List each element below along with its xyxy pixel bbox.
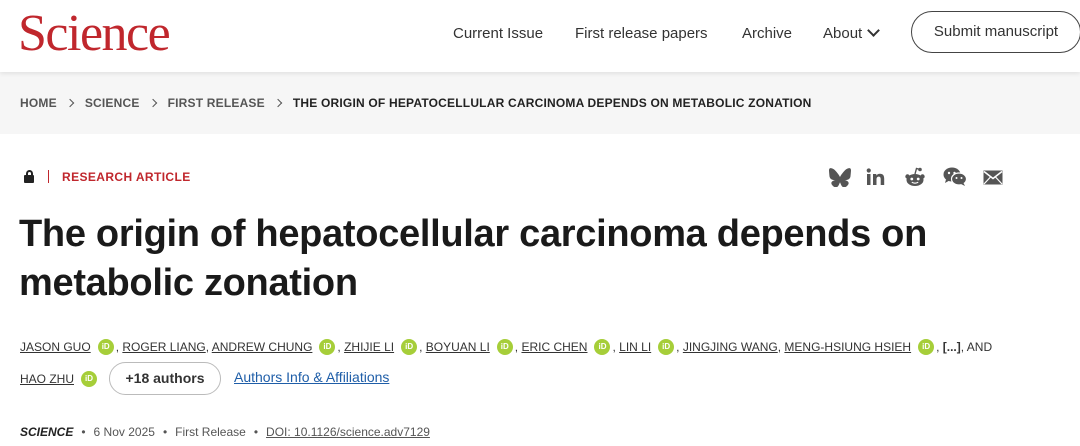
author-link[interactable]: ROGER LIANG [122, 340, 205, 354]
orcid-icon[interactable]: iD [594, 338, 611, 355]
breadcrumb: HOME SCIENCE FIRST RELEASE THE ORIGIN OF HE… [20, 96, 812, 110]
chevron-down-icon [867, 24, 881, 37]
breadcrumb-science[interactable]: SCIENCE [85, 96, 140, 110]
doi-link[interactable]: DOI: 10.1126/science.adv7129 [266, 425, 430, 439]
linkedin-icon[interactable] [864, 166, 888, 188]
and-text: , AND [960, 340, 993, 354]
breadcrumb-current: THE ORIGIN OF HEPATOCELLULAR CARCINOMA D… [292, 96, 812, 110]
author-link[interactable]: JASON GUO [20, 340, 91, 354]
article-title-line-1: The origin of hepatocellular carcinoma d… [19, 213, 928, 255]
nav-about[interactable]: About [823, 24, 881, 44]
orcid-icon[interactable]: iD [319, 338, 336, 355]
author-list: JASON GUO iD, ROGER LIANG, ANDREW CHUNG iD… [20, 338, 993, 355]
orcid-icon[interactable]: iD [918, 338, 935, 355]
orcid-icon[interactable]: iD [401, 338, 418, 355]
author-link[interactable]: MENG-HSIUNG HSIEH [784, 340, 911, 354]
article-title-line-2: metabolic zonation [19, 262, 358, 304]
chevron-right-icon [273, 98, 283, 108]
wechat-icon[interactable] [943, 166, 967, 188]
bluesky-icon[interactable] [828, 166, 852, 188]
science-logo[interactable]: Science [18, 6, 171, 62]
chevron-right-icon [65, 98, 75, 108]
nav-archive[interactable]: Archive [742, 24, 792, 44]
show-more-authors-button[interactable]: +18 authors [109, 362, 221, 395]
journal-name: SCIENCE [20, 425, 74, 439]
nav-about-label: About [823, 25, 863, 42]
nav-current-issue[interactable]: Current Issue [453, 24, 543, 44]
breadcrumb-first-release[interactable]: FIRST RELEASE [168, 96, 265, 110]
author-link[interactable]: LIN LI [619, 340, 651, 354]
author-link[interactable]: ERIC CHEN [521, 340, 587, 354]
author-link[interactable]: HAO ZHU [20, 372, 74, 386]
publication-date: 6 Nov 2025 [93, 425, 155, 439]
breadcrumb-home[interactable]: HOME [20, 96, 57, 110]
email-icon[interactable] [981, 166, 1005, 188]
author-link[interactable]: BOYUAN LI [426, 340, 490, 354]
author-list-continued: HAO ZHU iD [20, 370, 99, 388]
orcid-icon[interactable]: iD [81, 370, 97, 387]
article-type-label: RESEARCH ARTICLE [62, 170, 191, 184]
nav-first-release-papers[interactable]: First release papers [575, 24, 708, 44]
breadcrumb-bar: HOME SCIENCE FIRST RELEASE THE ORIGIN OF HE… [0, 72, 1080, 134]
publication-section: First Release [175, 425, 246, 439]
author-link[interactable]: ZHIJIE LI [344, 340, 394, 354]
author-link[interactable]: JINGJING WANG [683, 340, 778, 354]
orcid-icon[interactable]: iD [496, 338, 513, 355]
site-header: Science Current Issue First release pape… [0, 0, 1080, 72]
author-link[interactable]: ANDREW CHUNG [212, 340, 313, 354]
orcid-icon[interactable]: iD [658, 338, 675, 355]
lock-icon [24, 170, 34, 183]
submit-manuscript-button[interactable]: Submit manuscript [911, 11, 1080, 53]
citation-line: SCIENCE • 6 Nov 2025 • First Release • DOI: 10… [20, 425, 430, 439]
orcid-icon[interactable]: iD [97, 338, 114, 355]
reddit-icon[interactable] [903, 166, 927, 188]
article-title: The origin of hepatocellular carcinoma d… [19, 210, 1059, 308]
ellipsis-link[interactable]: [...] [943, 340, 961, 354]
authors-affiliations-link[interactable]: Authors Info & Affiliations [234, 369, 389, 385]
divider [48, 170, 49, 183]
chevron-right-icon [148, 98, 157, 108]
